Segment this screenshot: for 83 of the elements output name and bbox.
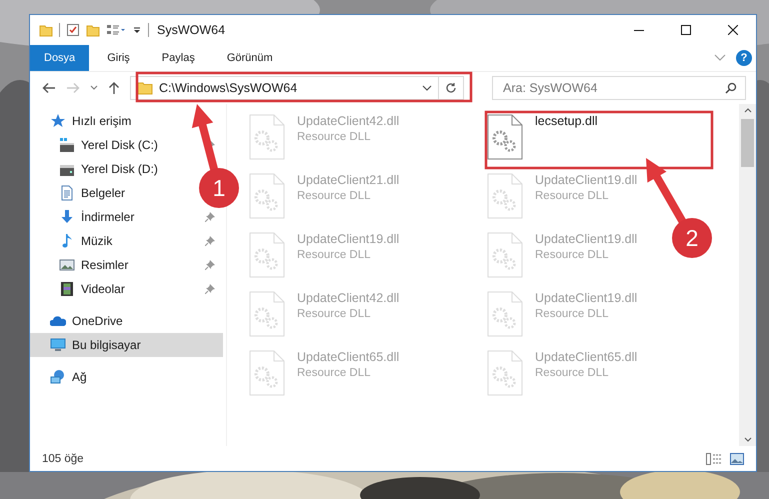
properties-icon[interactable] — [106, 23, 126, 37]
scrollbar-thumb[interactable] — [741, 119, 754, 167]
up-icon[interactable] — [108, 81, 120, 95]
ribbon-tab[interactable]: Giriş — [93, 45, 144, 71]
sidebar-label: Resimler — [81, 258, 128, 272]
sidebar-item[interactable]: Videolar — [30, 277, 223, 301]
ribbon-tab[interactable]: Dosya — [30, 45, 90, 71]
gears-file-icon — [249, 232, 285, 278]
close-icon — [728, 25, 738, 35]
image-icon — [59, 257, 75, 273]
network-icon — [50, 369, 66, 385]
expand-ribbon-icon[interactable] — [714, 54, 726, 62]
file-type: Resource DLL — [297, 367, 372, 379]
drive-icon — [59, 137, 75, 153]
search-bar[interactable]: Ara: SysWOW64 — [492, 76, 746, 100]
gears-file-icon — [487, 350, 523, 396]
address-path: C:\Windows\SysWOW64 — [159, 81, 298, 95]
maximize-icon — [680, 25, 690, 35]
scroll-down-icon[interactable] — [744, 437, 752, 442]
sidebar-label: Yerel Disk (C:) — [81, 138, 158, 152]
recent-icon[interactable] — [90, 85, 98, 91]
checklist-icon[interactable] — [66, 23, 80, 37]
sidebar-label: Hızlı erişim — [72, 114, 132, 128]
item-count: 105 öğe — [42, 452, 84, 464]
gears-file-icon — [249, 173, 285, 219]
star-icon — [50, 113, 66, 129]
help-button[interactable]: ? — [736, 50, 752, 66]
sidebar-item[interactable]: Yerel Disk (D:) — [30, 157, 172, 181]
file-type: Resource DLL — [535, 308, 610, 320]
file-type: Resource DLL — [297, 249, 372, 261]
sidebar-label: Bu bilgisayar — [72, 338, 141, 352]
ribbon-tab[interactable]: Görünüm — [212, 45, 287, 71]
back-icon[interactable] — [42, 82, 56, 94]
sidebar-label: Müzik — [81, 234, 112, 248]
file-type: Resource DLL — [535, 249, 610, 261]
gears-file-icon — [487, 232, 523, 278]
pin-icon — [205, 212, 215, 222]
gears-file-icon — [249, 350, 285, 396]
pin-icon — [205, 260, 215, 270]
file-type: Resource DLL — [297, 131, 372, 143]
step-number: 2 — [672, 218, 712, 258]
download-icon — [59, 209, 75, 225]
address-field[interactable]: C:\Windows\SysWOW64 — [130, 76, 464, 100]
dropdown-icon[interactable] — [422, 85, 432, 91]
sidebar-item[interactable]: Ağ — [30, 365, 101, 389]
gears-file-icon — [249, 114, 285, 160]
film-icon — [59, 281, 75, 297]
file-type: Resource DLL — [535, 190, 610, 202]
step-number: 1 — [199, 168, 239, 208]
gears-file-icon — [487, 173, 523, 219]
large-icons-view-icon[interactable] — [730, 452, 744, 464]
pin-icon — [205, 236, 215, 246]
gears-file-icon — [487, 114, 523, 160]
sidebar-label: Belgeler — [81, 186, 126, 200]
window-title: SysWOW64 — [157, 23, 226, 37]
sidebar-item[interactable]: Hızlı erişim — [30, 109, 146, 133]
sidebar-item[interactable]: Bu bilgisayar — [30, 333, 223, 357]
file-type: Resource DLL — [297, 190, 372, 202]
pin-icon — [205, 284, 215, 294]
file-type: Resource DLL — [535, 367, 610, 379]
scroll-up-icon[interactable] — [744, 108, 752, 113]
sidebar-label: Videolar — [81, 282, 125, 296]
refresh-icon[interactable] — [445, 82, 457, 94]
search-input[interactable]: Ara: SysWOW64 — [501, 80, 725, 96]
sidebar-item[interactable]: Belgeler — [30, 181, 140, 205]
sidebar-item[interactable]: Müzik — [30, 229, 223, 253]
document-icon — [59, 185, 75, 201]
sidebar-item[interactable]: Resimler — [30, 253, 223, 277]
monitor-icon — [50, 337, 66, 353]
gears-file-icon — [249, 291, 285, 337]
file-name[interactable]: lecsetup.dll — [535, 114, 598, 128]
sidebar-label: Yerel Disk (D:) — [81, 162, 158, 176]
gears-file-icon — [487, 291, 523, 337]
folder-icon — [137, 81, 153, 95]
sidebar-item[interactable]: OneDrive — [30, 309, 137, 333]
sidebar-label: Ağ — [72, 370, 87, 384]
details-view-icon[interactable] — [706, 452, 722, 464]
search-icon[interactable] — [725, 82, 737, 94]
sidebar-label: İndirmeler — [81, 210, 134, 224]
file-type: Resource DLL — [297, 308, 372, 320]
ribbon-tab[interactable]: Paylaş — [148, 45, 209, 71]
sidebar-item[interactable]: İndirmeler — [30, 205, 223, 229]
sidebar-label: OneDrive — [72, 314, 123, 328]
